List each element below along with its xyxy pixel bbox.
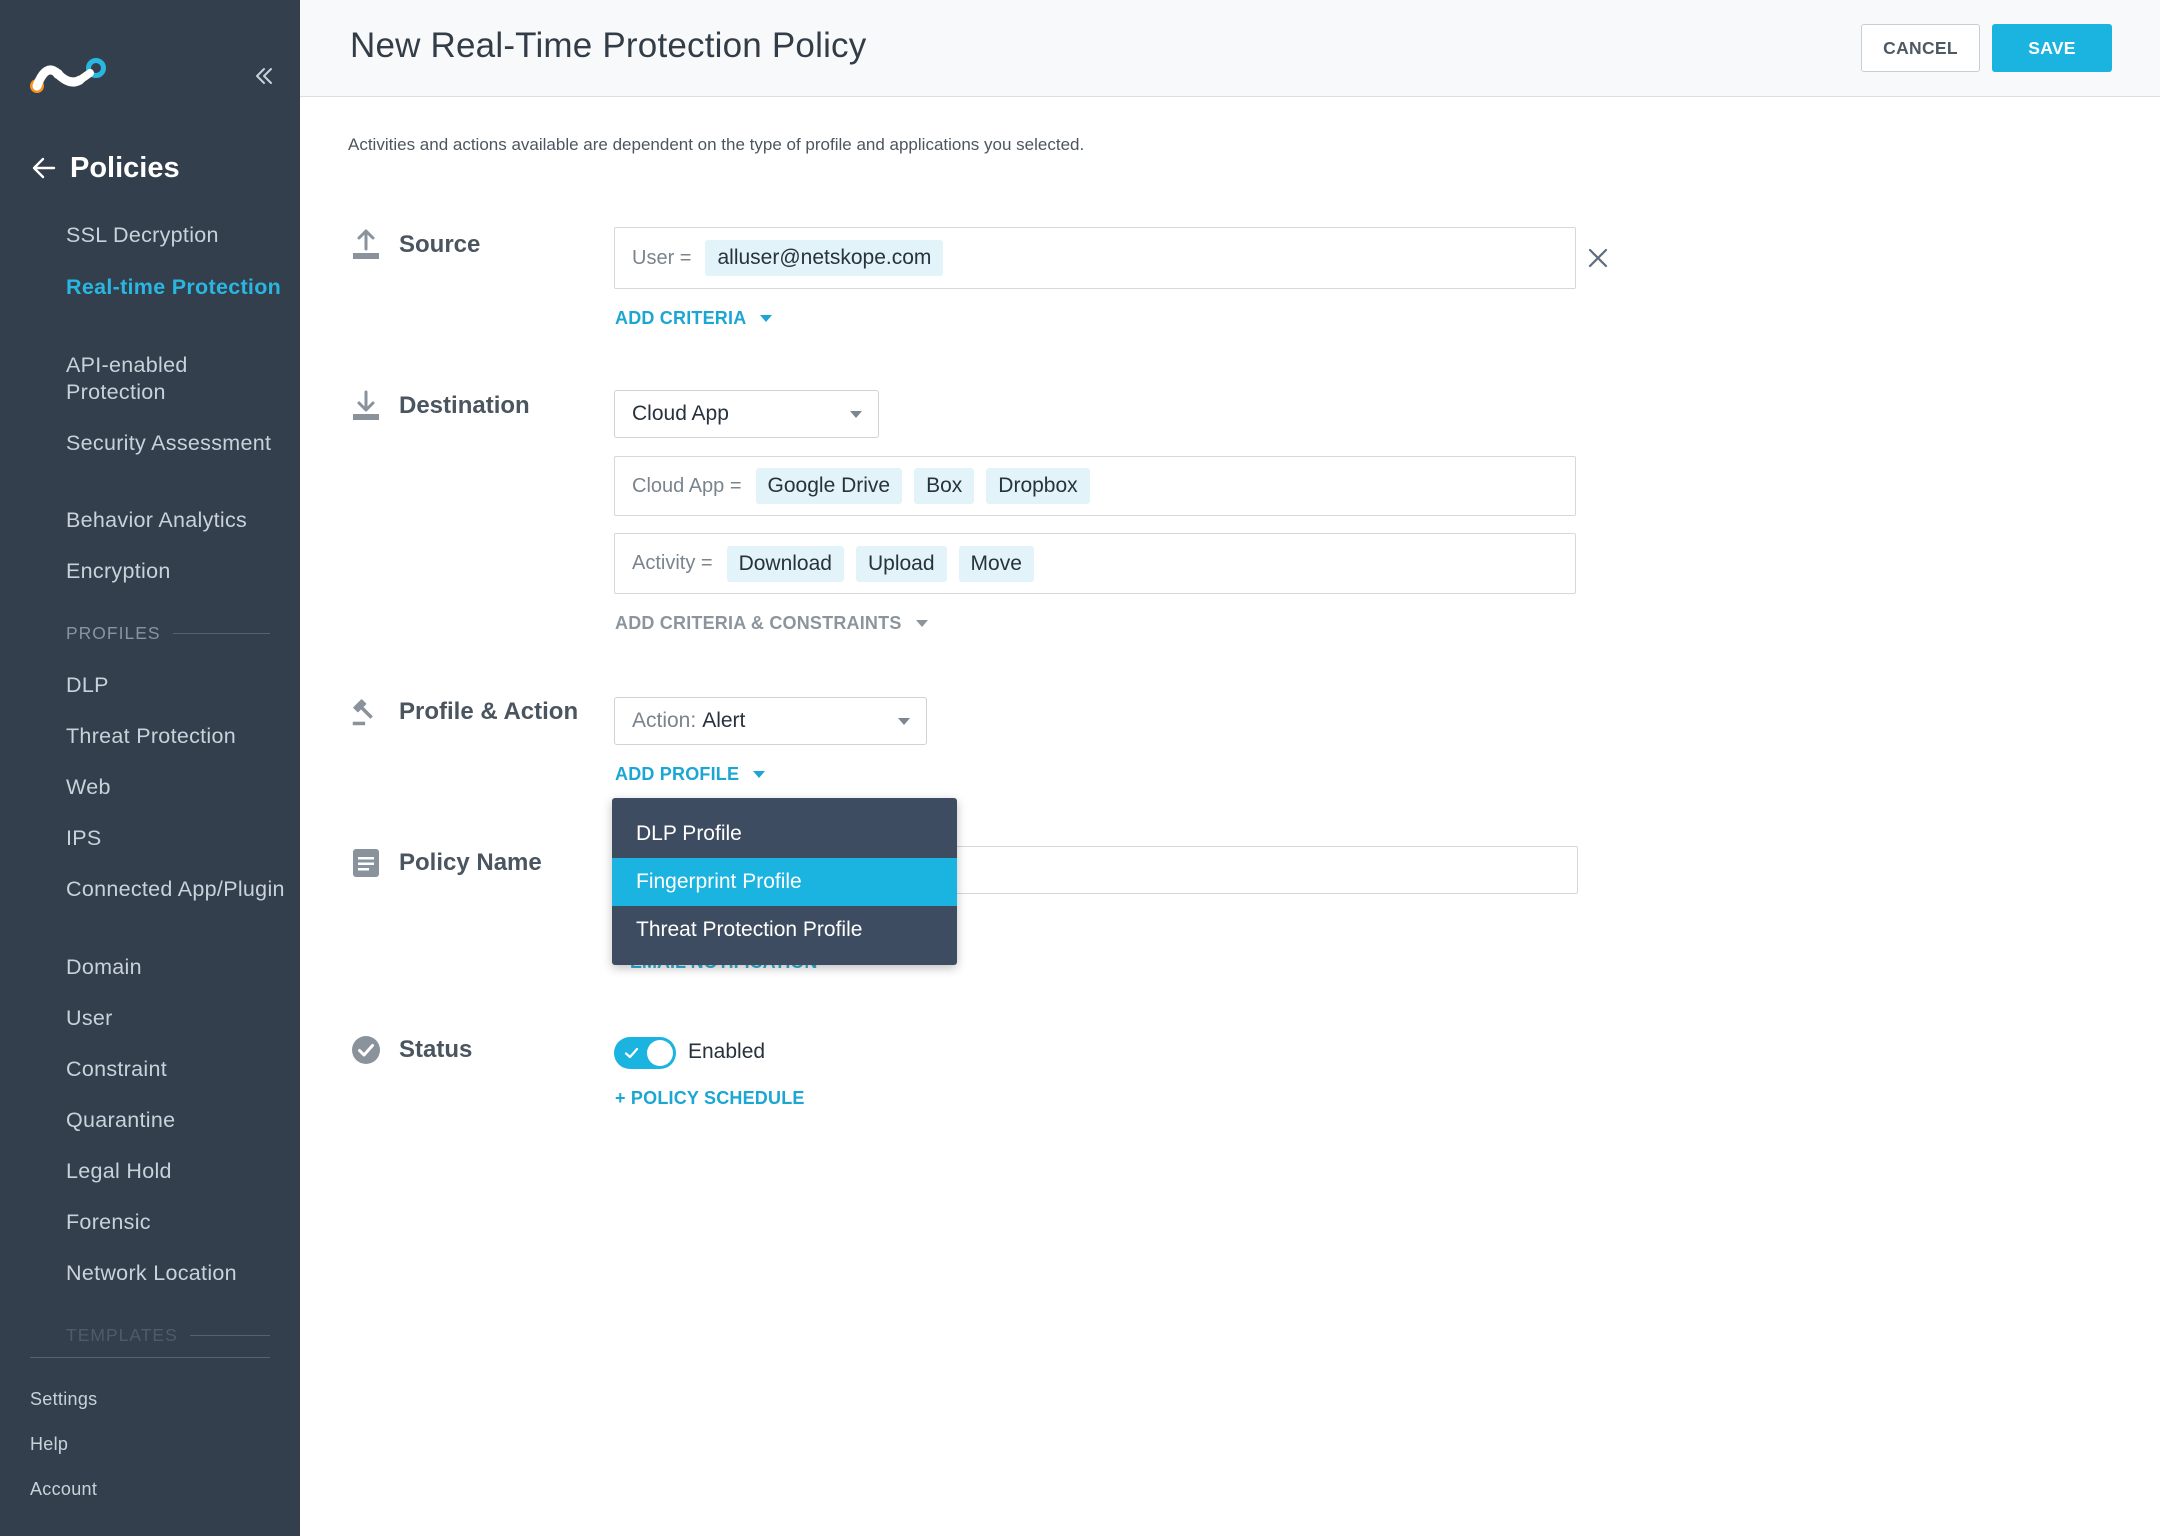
collapse-sidebar-icon[interactable] [252,64,276,88]
download-icon [353,390,379,420]
close-icon[interactable] [1586,246,1610,270]
destination-type-value: Cloud App [632,402,729,425]
add-profile-label: ADD PROFILE [615,764,740,784]
sidebar: Policies SSL Decryption Real-time Protec… [0,0,300,1536]
cloud-app-chip[interactable]: Dropbox [986,468,1090,504]
status-toggle-label: Enabled [688,1040,766,1063]
cloud-app-key: Cloud App = [632,474,742,497]
nav-profile-constraint[interactable]: Constraint [66,1056,286,1083]
back-to-policies[interactable]: Policies [30,150,180,186]
nav-account[interactable]: Account [30,1479,97,1500]
nav-profile-connected-app[interactable]: Connected App/Plugin [66,876,286,903]
save-button[interactable]: SAVE [1992,24,2112,72]
add-profile-link[interactable]: ADD PROFILE [615,764,766,785]
destination-label: Destination [399,392,530,419]
templates-section-label: TEMPLATES [66,1325,178,1345]
nav-profile-network-location[interactable]: Network Location [66,1260,286,1287]
dropdown-option-threat-protection-profile[interactable]: Threat Protection Profile [612,906,957,954]
caret-down-icon [753,771,766,778]
checkmark-icon [624,1047,639,1059]
activity-key: Activity = [632,552,713,574]
activity-chip[interactable]: Move [958,545,1034,582]
source-criteria-field[interactable]: User = alluser@netskope.com [614,227,1576,289]
add-criteria-constraints-link[interactable]: ADD CRITERIA & CONSTRAINTS [615,613,928,634]
policy-schedule-link[interactable]: + POLICY SCHEDULE [615,1088,805,1109]
cloud-app-chip[interactable]: Box [914,468,975,504]
destination-type-select[interactable]: Cloud App [614,390,879,438]
cloud-app-chip[interactable]: Google Drive [755,468,903,504]
dropdown-option-dlp-profile[interactable]: DLP Profile [612,810,957,858]
nav-settings[interactable]: Settings [30,1389,97,1410]
intro-text: Activities and actions available are dep… [348,135,1085,154]
nav-profile-forensic[interactable]: Forensic [66,1209,286,1236]
nav-help[interactable]: Help [30,1434,68,1455]
toggle-knob [647,1040,673,1066]
add-criteria-constraints-label: ADD CRITERIA & CONSTRAINTS [615,613,902,633]
nav-security-assessment[interactable]: Security Assessment [66,430,286,457]
cloud-app-criteria-field[interactable]: Cloud App = Google Drive Box Dropbox [614,456,1576,516]
source-row-label: Source [351,228,480,262]
status-row-label: Status [351,1033,472,1067]
netskope-logo[interactable] [28,54,106,100]
nav-profile-domain[interactable]: Domain [66,954,286,981]
profile-action-label: Profile & Action [399,698,579,725]
nav-profile-quarantine[interactable]: Quarantine [66,1107,286,1134]
sidebar-divider [30,1357,270,1358]
activity-criteria-field[interactable]: Activity = Download Upload Move [614,533,1576,594]
nav-profile-threat-protection[interactable]: Threat Protection [66,723,286,750]
add-criteria-link[interactable]: ADD CRITERIA [615,308,773,329]
profiles-section-label: PROFILES [66,623,161,643]
cancel-button[interactable]: CANCEL [1861,24,1980,72]
add-profile-dropdown: DLP Profile Fingerprint Profile Threat P… [612,798,957,965]
document-icon [353,849,379,877]
nav-ssl-decryption[interactable]: SSL Decryption [66,222,286,249]
arrow-left-icon [32,157,56,179]
nav-profile-legal-hold[interactable]: Legal Hold [66,1158,286,1185]
action-prefix: Action: [632,709,697,732]
status-toggle[interactable] [614,1037,676,1069]
nav-behavior-analytics[interactable]: Behavior Analytics [66,507,286,534]
policy-schedule-label: + POLICY SCHEDULE [615,1088,805,1108]
source-chip[interactable]: alluser@netskope.com [705,240,944,276]
source-label: Source [399,231,481,258]
nav-api-enabled-protection[interactable]: API-enabled Protection [66,352,286,406]
caret-down-icon [898,718,910,725]
page-title: New Real-Time Protection Policy [350,26,867,65]
action-value: Alert [702,709,746,732]
caret-down-icon [760,315,773,322]
action-select[interactable]: Action: Alert [614,697,927,745]
nav-profile-ips[interactable]: IPS [66,825,286,852]
dropdown-option-fingerprint-profile[interactable]: Fingerprint Profile [612,858,957,906]
policy-name-label: Policy Name [399,849,542,876]
policies-heading: Policies [70,151,180,184]
add-criteria-label: ADD CRITERIA [615,308,747,328]
nav-profile-dlp[interactable]: DLP [66,672,286,699]
nav-profile-user[interactable]: User [66,1005,286,1032]
activity-chip[interactable]: Upload [855,545,947,582]
source-key: User = [632,246,692,269]
caret-down-icon [850,411,862,418]
nav-profile-web[interactable]: Web [66,774,286,801]
activity-chip[interactable]: Download [726,545,844,582]
destination-row-label: Destination [351,389,530,423]
policy-name-row-label: Policy Name [351,846,542,880]
gavel-icon [352,699,373,726]
upload-icon [353,229,379,259]
nav-encryption[interactable]: Encryption [66,558,286,585]
profile-action-row-label: Profile & Action [351,695,578,729]
caret-down-icon [915,620,928,627]
check-circle-icon [352,1036,380,1064]
page-header: New Real-Time Protection Policy CANCEL S… [300,0,2160,97]
nav-real-time-protection[interactable]: Real-time Protection [66,274,286,301]
status-label: Status [399,1036,473,1063]
